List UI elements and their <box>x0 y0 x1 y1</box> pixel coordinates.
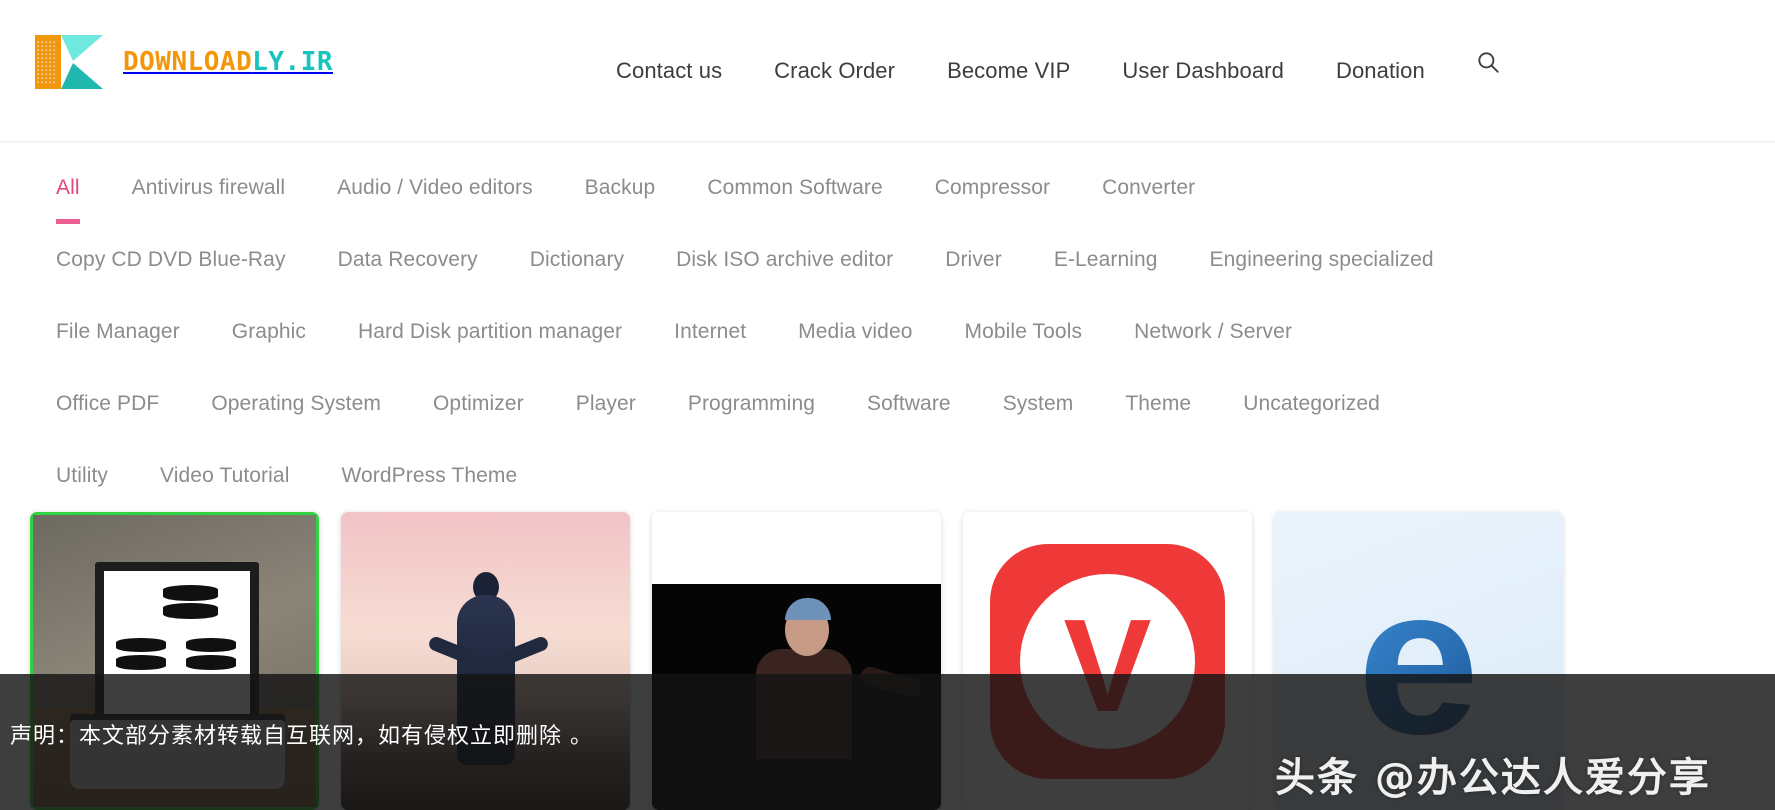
nav-item-user-dashboard[interactable]: User Dashboard <box>1096 58 1310 84</box>
category-row-4: Office PDF Operating System Optimizer Pl… <box>30 376 1745 448</box>
nav-item-contact-us[interactable]: Contact us <box>590 58 748 84</box>
category-player[interactable]: Player <box>550 376 662 418</box>
database-cylinder-icon <box>186 637 236 653</box>
site-logo[interactable]: DOWNLOADLY.IR <box>33 32 333 92</box>
watermark-text: 头条 @办公达人爱分享 <box>1275 755 1711 801</box>
nav-item-become-vip[interactable]: Become VIP <box>921 58 1096 84</box>
category-hard-disk-partition-manager[interactable]: Hard Disk partition manager <box>332 304 648 346</box>
category-data-recovery[interactable]: Data Recovery <box>312 232 504 274</box>
database-cylinder-icon <box>115 637 166 653</box>
category-audio-video-editors[interactable]: Audio / Video editors <box>311 160 559 202</box>
category-row-1: All Antivirus firewall Audio / Video edi… <box>30 160 1745 232</box>
primary-navigation: Contact us Crack Order Become VIP User D… <box>590 0 1451 142</box>
category-network-server[interactable]: Network / Server <box>1108 304 1318 346</box>
database-cylinder-icon <box>162 585 219 602</box>
site-logo-text: DOWNLOADLY.IR <box>123 49 333 75</box>
play-button-logo-icon <box>35 35 103 89</box>
category-software[interactable]: Software <box>841 376 977 418</box>
category-converter[interactable]: Converter <box>1076 160 1221 202</box>
category-all[interactable]: All <box>30 160 106 224</box>
category-antivirus-firewall[interactable]: Antivirus firewall <box>106 160 312 202</box>
category-optimizer[interactable]: Optimizer <box>407 376 550 418</box>
category-engineering-specialized[interactable]: Engineering specialized <box>1184 232 1460 274</box>
search-icon <box>1478 52 1499 73</box>
database-cylinder-icon <box>186 655 236 670</box>
category-driver[interactable]: Driver <box>919 232 1028 274</box>
category-dictionary[interactable]: Dictionary <box>504 232 650 274</box>
category-row-3: File Manager Graphic Hard Disk partition… <box>30 304 1745 376</box>
category-internet[interactable]: Internet <box>648 304 772 346</box>
category-utility[interactable]: Utility <box>30 448 134 490</box>
category-row-2: Copy CD DVD Blue-Ray Data Recovery Dicti… <box>30 232 1745 304</box>
category-filter: All Antivirus firewall Audio / Video edi… <box>0 142 1775 520</box>
category-graphic[interactable]: Graphic <box>206 304 332 346</box>
category-operating-system[interactable]: Operating System <box>185 376 407 418</box>
category-row-5: Utility Video Tutorial WordPress Theme <box>30 448 1745 520</box>
page-root: DOWNLOADLY.IR Contact us Crack Order Bec… <box>0 0 1775 810</box>
category-programming[interactable]: Programming <box>662 376 841 418</box>
category-copy-cd-dvd-blue-ray[interactable]: Copy CD DVD Blue-Ray <box>30 232 312 274</box>
category-video-tutorial[interactable]: Video Tutorial <box>134 448 315 490</box>
category-compressor[interactable]: Compressor <box>909 160 1076 202</box>
category-mobile-tools[interactable]: Mobile Tools <box>939 304 1109 346</box>
category-backup[interactable]: Backup <box>559 160 682 202</box>
category-file-manager[interactable]: File Manager <box>30 304 206 346</box>
nav-item-crack-order[interactable]: Crack Order <box>748 58 921 84</box>
category-disk-iso-archive-editor[interactable]: Disk ISO archive editor <box>650 232 919 274</box>
category-office-pdf[interactable]: Office PDF <box>30 376 185 418</box>
category-system[interactable]: System <box>977 376 1100 418</box>
database-cylinder-icon <box>115 655 166 670</box>
category-uncategorized[interactable]: Uncategorized <box>1217 376 1406 418</box>
logo-text-teal: LY.IR <box>252 47 334 77</box>
category-common-software[interactable]: Common Software <box>681 160 908 202</box>
category-theme[interactable]: Theme <box>1099 376 1217 418</box>
category-e-learning[interactable]: E-Learning <box>1028 232 1184 274</box>
site-header: DOWNLOADLY.IR Contact us Crack Order Bec… <box>0 0 1775 142</box>
search-button[interactable] <box>1470 44 1506 80</box>
database-cylinder-icon <box>162 602 219 619</box>
category-media-video[interactable]: Media video <box>772 304 938 346</box>
logo-text-orange: DOWNLOAD <box>123 47 253 77</box>
nav-item-donation[interactable]: Donation <box>1310 58 1451 84</box>
disclaimer-text: 声明：本文部分素材转载自互联网，如有侵权立即删除 。 <box>10 724 593 749</box>
category-wordpress-theme[interactable]: WordPress Theme <box>315 448 543 490</box>
